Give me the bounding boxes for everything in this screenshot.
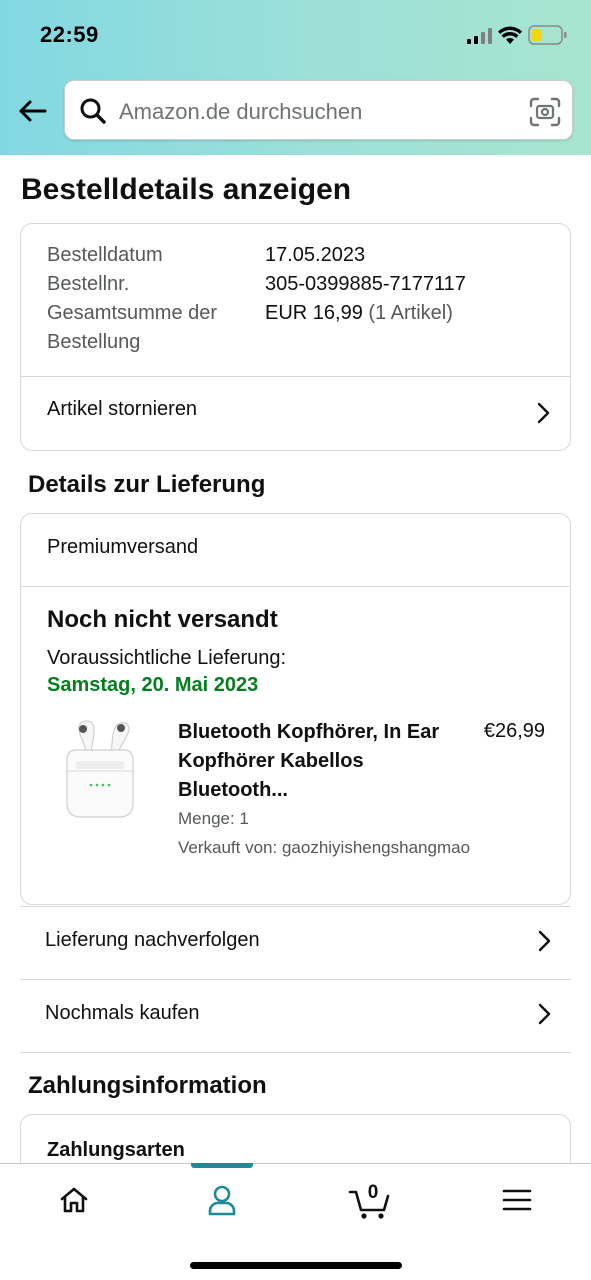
delivery-heading: Details zur Lieferung (28, 471, 266, 498)
chevron-right-icon (538, 930, 551, 952)
payment-methods-title: Zahlungsarten (47, 1139, 185, 1161)
order-number-label: Bestellnr. (47, 273, 130, 295)
product-seller: Verkauft von: gaozhiyishengshangmao (178, 838, 471, 857)
order-total-label-line1: Gesamtsumme der (47, 302, 218, 324)
search-input[interactable]: Amazon.de durchsuchen (119, 99, 362, 125)
order-total-value: EUR 16,99 (1 Artikel) (265, 302, 453, 325)
order-number-value: 305-0399885-7177117 (265, 273, 466, 295)
active-tab-indicator (191, 1163, 253, 1168)
cancel-items-row[interactable]: Artikel stornieren (21, 377, 570, 451)
hamburger-menu-icon (502, 1189, 532, 1211)
nav-account[interactable] (192, 1180, 252, 1220)
search-icon (80, 98, 106, 124)
cancel-items-label: Artikel stornieren (47, 398, 198, 420)
user-icon (208, 1185, 236, 1216)
cellular-signal-icon (467, 28, 492, 44)
payment-heading: Zahlungsinformation (28, 1072, 267, 1099)
shipping-method: Premiumversand (47, 536, 199, 558)
shipment-status: Noch nicht versandt (47, 606, 278, 633)
divider (20, 1052, 571, 1053)
app-header: 22:59 Amazon.de durchsuchen (0, 0, 591, 155)
order-item-count: (1 Artikel) (368, 302, 453, 324)
status-bar: 22:59 (0, 0, 591, 70)
page-title: Bestelldetails anzeigen (21, 173, 352, 206)
home-indicator (190, 1262, 402, 1269)
order-date-value: 17.05.2023 (265, 244, 366, 266)
nav-cart[interactable]: 0 (340, 1180, 400, 1220)
search-bar[interactable]: Amazon.de durchsuchen (64, 80, 573, 140)
wifi-icon (498, 26, 522, 44)
chevron-right-icon (538, 1003, 551, 1025)
product-title[interactable]: Bluetooth Kopfhörer, In Ear Kopfhörer Ka… (178, 718, 448, 805)
track-delivery-row[interactable]: Lieferung nachverfolgen (20, 907, 571, 979)
product-price: €26,99 (483, 720, 545, 742)
track-delivery-label: Lieferung nachverfolgen (45, 929, 260, 951)
order-summary-card: Bestelldatum 17.05.2023 Bestellnr. 305-0… (20, 223, 571, 451)
buy-again-row[interactable]: Nochmals kaufen (20, 980, 571, 1052)
delivery-card: Premiumversand Noch nicht versandt Vorau… (20, 513, 571, 905)
order-total-label-line2: Bestellung (47, 331, 141, 353)
nav-home[interactable] (44, 1180, 104, 1220)
order-total-amount: EUR 16,99 (265, 302, 363, 324)
eta-date: Samstag, 20. Mai 2023 (47, 674, 259, 696)
order-date-label: Bestelldatum (47, 244, 163, 266)
cart-count-badge: 0 (367, 1182, 379, 1203)
buy-again-label: Nochmals kaufen (45, 1002, 200, 1024)
product-quantity: Menge: 1 (178, 809, 249, 828)
status-time: 22:59 (40, 22, 99, 47)
eta-label: Voraussichtliche Lieferung: (47, 647, 287, 669)
nav-menu[interactable] (487, 1180, 547, 1220)
back-button[interactable] (14, 94, 50, 128)
battery-icon (528, 25, 567, 45)
chevron-right-icon (537, 402, 550, 424)
product-image[interactable] (59, 717, 141, 827)
camera-scan-icon[interactable] (529, 97, 561, 127)
divider (21, 586, 570, 587)
home-icon (60, 1187, 88, 1213)
back-arrow-icon (19, 100, 47, 122)
bottom-navigation: 0 (0, 1163, 591, 1280)
